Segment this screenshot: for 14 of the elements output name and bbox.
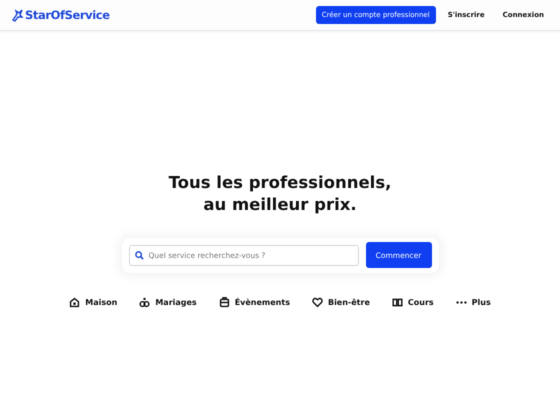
heart-icon — [312, 297, 323, 308]
house-icon — [69, 297, 80, 308]
category-link[interactable]: Cours — [392, 297, 434, 308]
headline: Tous les professionnels, — [168, 172, 392, 194]
headline: au meilleur prix. — [203, 194, 357, 216]
book-icon — [392, 297, 403, 308]
category-link[interactable]: Plus — [456, 297, 491, 308]
rings-icon — [139, 297, 150, 308]
logo-icon — [10, 8, 24, 22]
category-link[interactable]: Mariages — [139, 297, 197, 308]
logo[interactable]: StarOfService — [25, 8, 110, 22]
category-link[interactable]: Maison — [69, 297, 118, 308]
category-link[interactable]: Bien-être — [312, 297, 370, 308]
category-link[interactable]: Évènements — [218, 297, 290, 308]
